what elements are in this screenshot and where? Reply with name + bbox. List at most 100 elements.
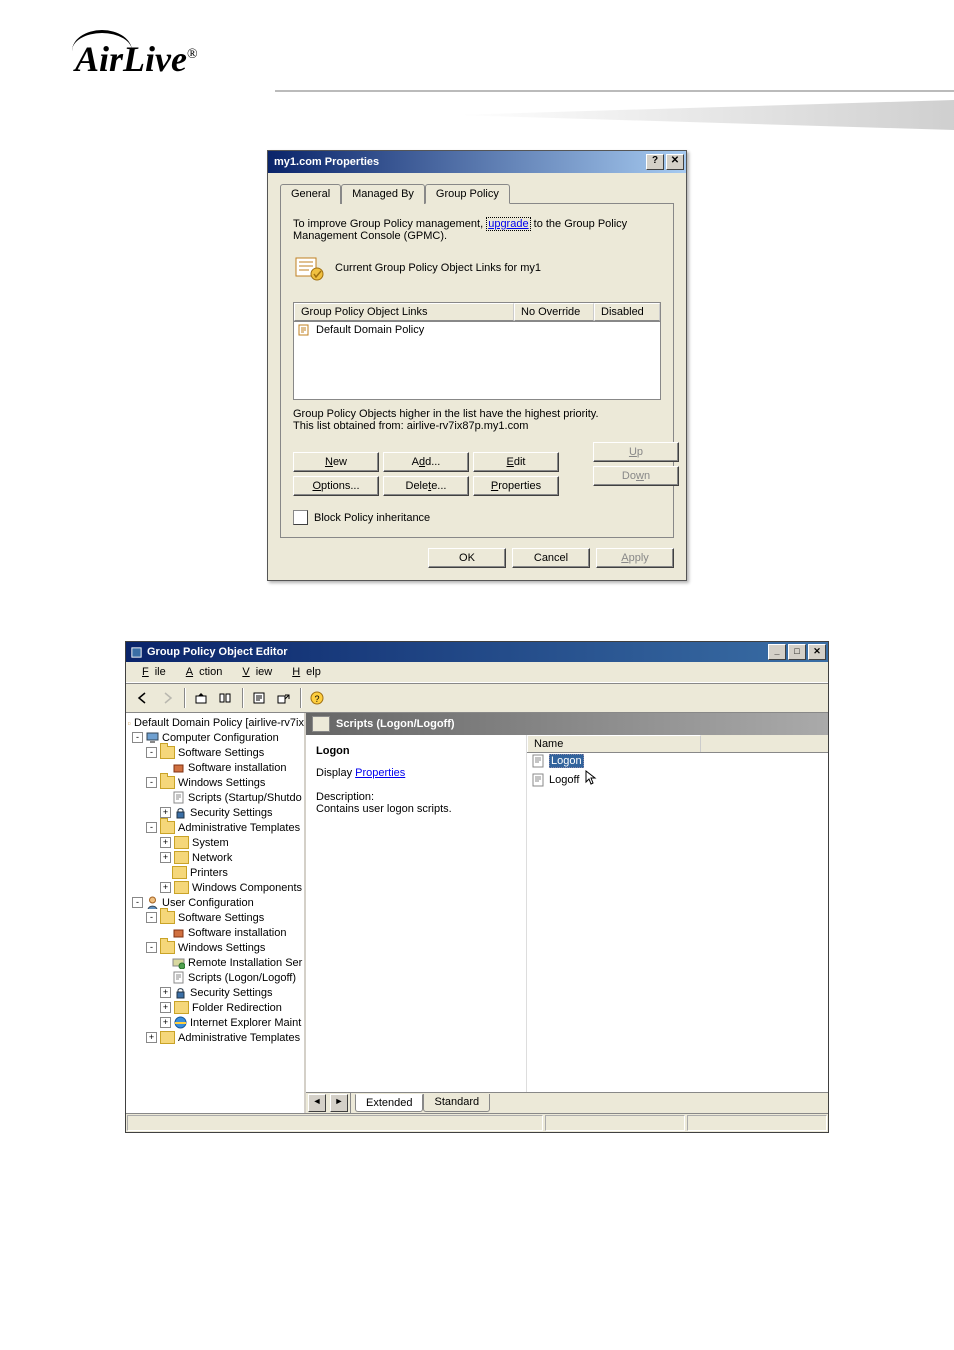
dialog-titlebar[interactable]: my1.com Properties ? ✕ xyxy=(268,151,686,173)
collapse-icon[interactable]: - xyxy=(146,777,157,788)
bottom-tabs-row: ◄ ► Extended Standard xyxy=(306,1092,828,1113)
tree-cc-windows[interactable]: -Windows Settings xyxy=(128,775,304,790)
list-item-label: Logoff xyxy=(549,774,579,786)
tree-uc-sw-install[interactable]: Software installation xyxy=(128,925,304,940)
ok-button[interactable]: OK xyxy=(428,548,506,568)
display-properties-link[interactable]: Properties xyxy=(355,767,405,779)
expand-icon[interactable]: + xyxy=(160,987,171,998)
up-level-button[interactable] xyxy=(190,687,212,709)
apply-button[interactable]: Apply xyxy=(596,548,674,568)
block-inheritance-checkbox[interactable] xyxy=(293,510,308,525)
delete-button[interactable]: Delete... xyxy=(383,476,469,496)
tree-uc-admin[interactable]: +Administrative Templates xyxy=(128,1030,304,1045)
cancel-button[interactable]: Cancel xyxy=(512,548,590,568)
expand-icon[interactable]: + xyxy=(146,1032,157,1043)
tree-uc-scripts[interactable]: Scripts (Logon/Logoff) xyxy=(128,970,304,985)
collapse-icon[interactable]: - xyxy=(146,822,157,833)
expand-icon[interactable]: + xyxy=(160,1017,171,1028)
list-item-logon[interactable]: Logon xyxy=(527,753,828,769)
tree-cc-printers[interactable]: Printers xyxy=(128,865,304,880)
tab-strip: General Managed By Group Policy xyxy=(280,184,674,204)
collapse-icon[interactable]: - xyxy=(146,747,157,758)
tree-cc-scripts[interactable]: Scripts (Startup/Shutdo xyxy=(128,790,304,805)
upgrade-link[interactable]: upgrade xyxy=(486,217,530,231)
block-inheritance-row[interactable]: Block Policy inheritance xyxy=(293,510,661,525)
help-toolbar-button[interactable]: ? xyxy=(306,687,328,709)
bottom-tabs: Extended Standard xyxy=(355,1094,490,1112)
properties-toolbar-button[interactable] xyxy=(248,687,270,709)
tree-uc-windows[interactable]: -Windows Settings xyxy=(128,940,304,955)
tab-standard[interactable]: Standard xyxy=(423,1094,490,1112)
tree-cc-system[interactable]: +System xyxy=(128,835,304,850)
col-disabled[interactable]: Disabled xyxy=(594,303,660,321)
expand-icon[interactable]: + xyxy=(160,852,171,863)
tree-uc-software[interactable]: -Software Settings xyxy=(128,910,304,925)
col-no-override[interactable]: No Override xyxy=(514,303,594,321)
edit-button[interactable]: Edit xyxy=(473,452,559,472)
menu-file[interactable]: File xyxy=(130,664,172,680)
options-button[interactable]: Options... xyxy=(293,476,379,496)
collapse-icon[interactable]: - xyxy=(146,942,157,953)
tree-uc-security[interactable]: +Security Settings xyxy=(128,985,304,1000)
tree-cc-software[interactable]: -Software Settings xyxy=(128,745,304,760)
tree-uc-ie[interactable]: +Internet Explorer Maint xyxy=(128,1015,304,1030)
collapse-icon[interactable]: - xyxy=(132,732,143,743)
right-pane-body: Logon Display Properties Description: Co… xyxy=(306,735,828,1092)
tree-cc-admin[interactable]: -Administrative Templates xyxy=(128,820,304,835)
menu-view[interactable]: View xyxy=(230,664,278,680)
menu-action[interactable]: Action xyxy=(174,664,229,680)
scroll-left-button[interactable]: ◄ xyxy=(308,1094,326,1112)
tree-cc-wincomp[interactable]: +Windows Components xyxy=(128,880,304,895)
editor-close-button[interactable]: ✕ xyxy=(808,644,826,660)
expand-icon[interactable]: + xyxy=(160,882,171,893)
col-links[interactable]: Group Policy Object Links xyxy=(294,303,514,321)
tree-uc-ris[interactable]: Remote Installation Ser xyxy=(128,955,304,970)
folder-icon xyxy=(160,746,175,759)
tree-user-config[interactable]: -User Configuration xyxy=(128,895,304,910)
col-name[interactable]: Name xyxy=(527,735,701,752)
menu-help[interactable]: Help xyxy=(280,664,327,680)
tree-comp-config[interactable]: -Computer Configuration xyxy=(128,730,304,745)
nav-back-button[interactable] xyxy=(132,687,154,709)
scripts-list[interactable]: Name Logon Logoff xyxy=(527,735,828,1092)
nav-forward-button[interactable] xyxy=(156,687,178,709)
up-button[interactable]: Up xyxy=(593,442,679,462)
gpo-root-icon xyxy=(128,716,131,729)
scroll-right-button[interactable]: ► xyxy=(330,1094,348,1112)
tab-general[interactable]: General xyxy=(280,184,341,204)
editor-titlebar[interactable]: Group Policy Object Editor _ □ ✕ xyxy=(126,642,828,662)
help-button[interactable]: ? xyxy=(646,154,664,170)
collapse-icon[interactable]: - xyxy=(146,912,157,923)
export-button[interactable] xyxy=(272,687,294,709)
maximize-button[interactable]: □ xyxy=(788,644,806,660)
status-cell-2 xyxy=(545,1115,685,1131)
folder-icon xyxy=(160,941,175,954)
expand-icon[interactable]: + xyxy=(160,807,171,818)
new-button[interactable]: New xyxy=(293,452,379,472)
gpo-links-list[interactable]: Group Policy Object Links No Override Di… xyxy=(293,302,661,400)
add-button[interactable]: Add... xyxy=(383,452,469,472)
show-hide-button[interactable] xyxy=(214,687,236,709)
tab-group-policy[interactable]: Group Policy xyxy=(425,184,510,204)
properties-button[interactable]: Properties xyxy=(473,476,559,496)
block-inheritance-label: Block Policy inheritance xyxy=(314,512,430,524)
display-label: Display xyxy=(316,767,355,779)
expand-icon[interactable]: + xyxy=(160,1002,171,1013)
tree-cc-security[interactable]: +Security Settings xyxy=(128,805,304,820)
close-button[interactable]: ✕ xyxy=(666,154,684,170)
tree-cc-sw-install[interactable]: Software installation xyxy=(128,760,304,775)
down-button[interactable]: Down xyxy=(593,466,679,486)
tree-root[interactable]: Default Domain Policy [airlive-rv7ix xyxy=(128,715,304,730)
tree-cc-network[interactable]: +Network xyxy=(128,850,304,865)
expand-icon[interactable]: + xyxy=(160,837,171,848)
tree-pane[interactable]: Default Domain Policy [airlive-rv7ix -Co… xyxy=(126,713,306,1113)
list-item-logoff[interactable]: Logoff xyxy=(527,769,828,790)
tab-managed-by[interactable]: Managed By xyxy=(341,184,425,204)
list-row[interactable]: Default Domain Policy xyxy=(294,322,660,338)
collapse-icon[interactable]: - xyxy=(132,897,143,908)
minimize-button[interactable]: _ xyxy=(768,644,786,660)
tree-uc-folder-redir[interactable]: +Folder Redirection xyxy=(128,1000,304,1015)
app-icon xyxy=(130,646,143,659)
tab-extended[interactable]: Extended xyxy=(355,1094,423,1112)
description-label: Description: xyxy=(316,791,516,803)
